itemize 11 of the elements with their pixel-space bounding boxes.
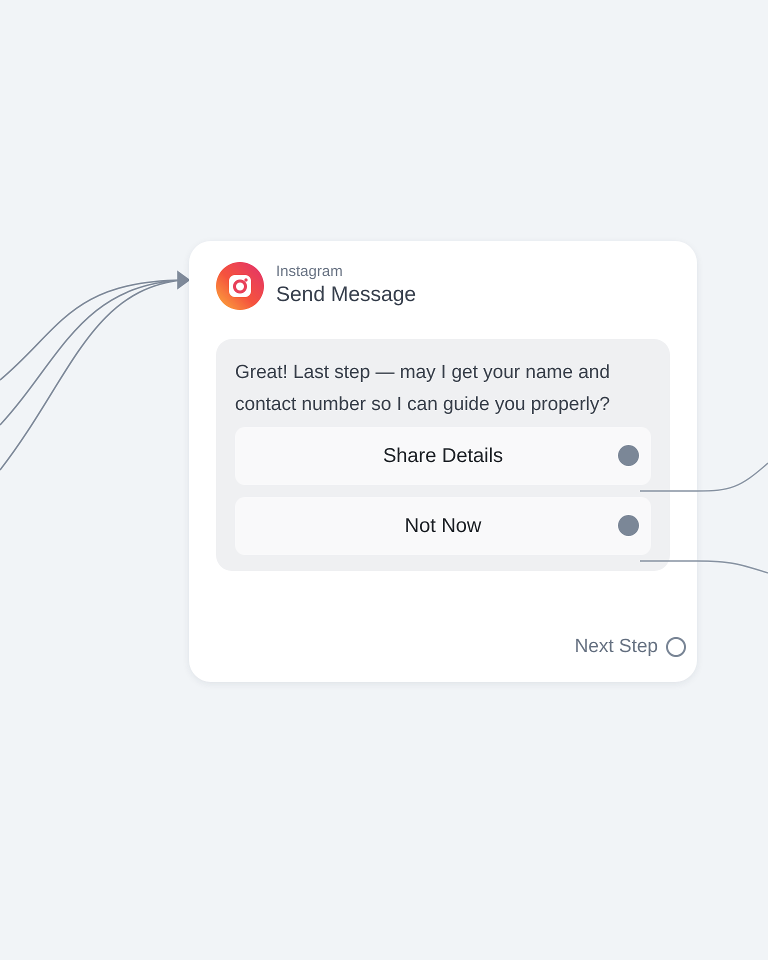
message-node-card[interactable]: Instagram Send Message Great! Last step — may I get your name and contact number so I can guide you properly? Share Details Not Now Next Step — [189, 241, 697, 682]
connection-port[interactable] — [618, 515, 639, 536]
next-step-label: Next Step — [574, 636, 658, 658]
reply-button[interactable]: Not Now — [235, 497, 651, 555]
reply-button[interactable]: Share Details — [235, 427, 651, 485]
camera-icon — [216, 262, 264, 310]
connection-port[interactable] — [666, 637, 686, 657]
connection-port[interactable] — [618, 445, 639, 466]
message-text: Great! Last step — may I get your name and contact number so I can guide you properly? — [235, 361, 611, 417]
platform-label: Instagram — [276, 263, 344, 281]
node-title: Send Message — [276, 282, 416, 308]
